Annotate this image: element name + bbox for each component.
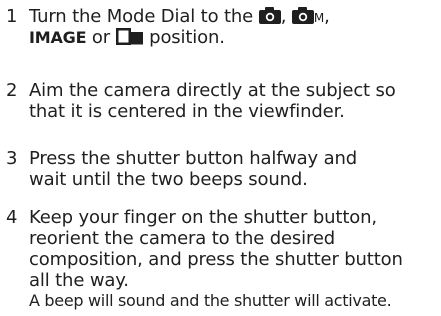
step-text: Turn the Mode Dial to the , M, IMAGE or … — [29, 6, 441, 48]
step-line: reorient the camera to the desired — [29, 228, 336, 249]
step-1-position: position. — [143, 27, 225, 48]
step-number: 2 — [6, 80, 18, 101]
step-note: A beep will sound and the shutter will a… — [29, 291, 392, 310]
step-line: composition, and press the shutter butto… — [29, 249, 403, 270]
step-1-text-start: Turn the Mode Dial to the — [29, 6, 259, 27]
camera-manual-icon — [291, 7, 314, 24]
step-line: Aim the camera directly at the subject s… — [29, 80, 396, 101]
step-line: all the way. — [29, 270, 129, 291]
step-number: 4 — [6, 207, 18, 228]
step-1-or: or — [86, 27, 116, 48]
step-line: Press the shutter button halfway and — [29, 148, 358, 169]
step-number: 1 — [6, 6, 18, 27]
image-mode-keyword: IMAGE — [29, 28, 87, 47]
manual-mode-suffix: M — [313, 11, 325, 25]
step-line: that it is centered in the viewfinder. — [29, 101, 345, 122]
step-1-separator: , — [280, 6, 292, 27]
step-text: Press the shutter button halfway and wai… — [29, 148, 441, 190]
step-1-comma: , — [324, 6, 330, 27]
step-text: Keep your finger on the shutter button, … — [29, 207, 441, 311]
step-line: wait until the two beeps sound. — [29, 169, 308, 190]
step-line: Keep your finger on the shutter button, — [29, 207, 377, 228]
step-text: Aim the camera directly at the subject s… — [29, 80, 441, 122]
stitch-assist-icon — [115, 28, 144, 45]
camera-icon — [258, 7, 281, 24]
step-number: 3 — [6, 148, 18, 169]
